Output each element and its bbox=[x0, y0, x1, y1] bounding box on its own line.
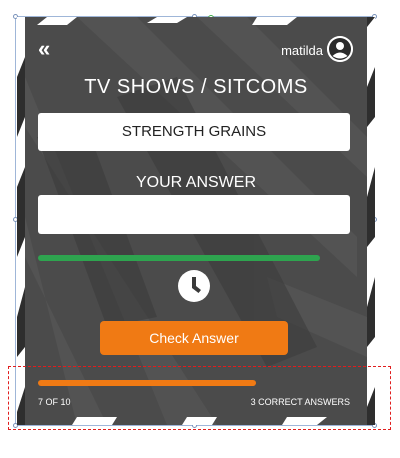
back-button[interactable]: « bbox=[38, 38, 50, 60]
quiz-card: « matilda TV SHOWS / SITCOMS STRENGTH GR… bbox=[17, 17, 375, 425]
scrambled-word: STRENGTH GRAINS bbox=[121, 123, 267, 140]
answer-input[interactable] bbox=[38, 195, 350, 234]
answer-label: YOUR ANSWER bbox=[135, 174, 256, 191]
footer-selection-highlight bbox=[8, 366, 391, 430]
clock-icon bbox=[177, 269, 211, 303]
check-answer-button[interactable]: Check Answer bbox=[100, 321, 288, 355]
timer-bar bbox=[38, 255, 320, 261]
user-circle-icon bbox=[327, 36, 353, 62]
user-avatar-icon[interactable] bbox=[327, 36, 353, 62]
category-title: TV SHOWS / SITCOMS bbox=[84, 76, 308, 98]
scrambled-word-box: STRENGTH GRAINS bbox=[38, 113, 350, 151]
username-label: matilda bbox=[281, 43, 323, 58]
